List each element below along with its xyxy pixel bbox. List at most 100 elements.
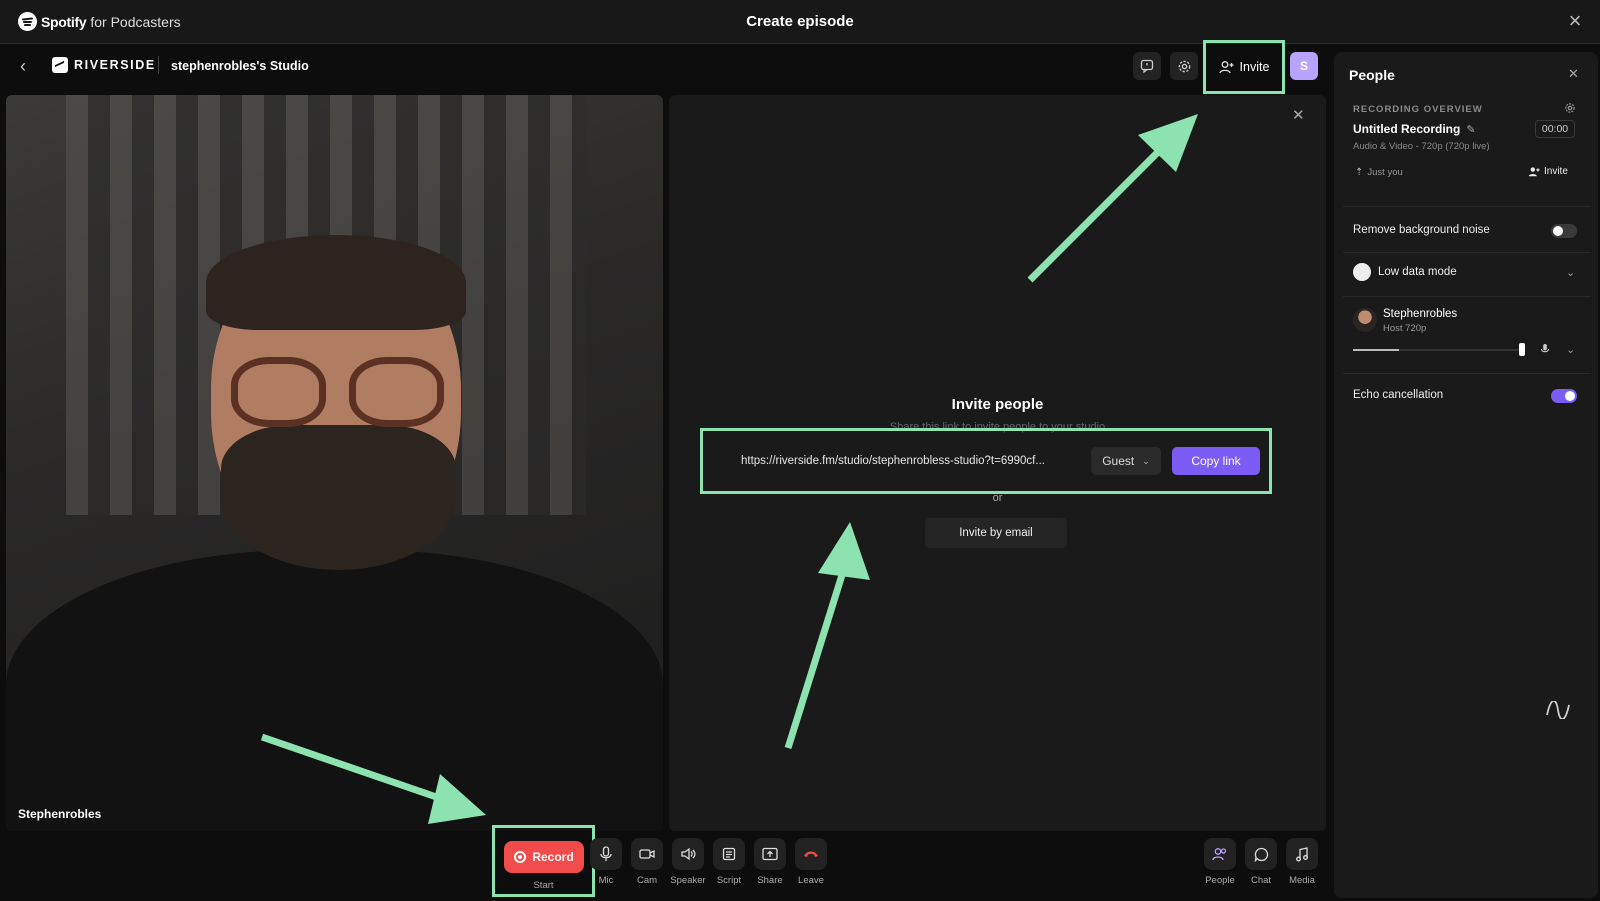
script-button[interactable]: Script [708,838,750,886]
divider [1343,373,1591,374]
invite-link-field[interactable]: https://riverside.fm/studio/stephenroble… [733,446,1078,476]
recording-title: Untitled Recording [1353,122,1461,136]
noise-label: Remove background noise [1353,224,1490,236]
people-button[interactable]: People [1199,838,1241,886]
cam-button[interactable]: Cam [626,838,668,886]
riverside-wordmark: RIVERSIDE [74,58,156,72]
divider [1343,296,1591,297]
record-button[interactable]: Record [504,841,584,873]
echo-label: Echo cancellation [1353,389,1444,401]
speaker-icon [681,847,696,861]
volume-level [1353,349,1399,351]
gear-icon [1565,103,1575,113]
mic-button[interactable]: Mic [585,838,627,886]
participants-summary: ⇡ Just you [1355,167,1403,178]
cam-label: Cam [636,875,658,886]
back-icon[interactable]: ‹ [20,56,36,77]
script-icon [722,847,736,861]
speaker-button[interactable]: Speaker [667,838,709,886]
recording-timer: 00:00 [1535,120,1575,138]
close-icon[interactable]: ✕ [1568,66,1579,82]
share-label: Share [757,875,783,886]
close-icon[interactable]: × [1564,10,1586,32]
header-divider [158,56,159,74]
echo-toggle[interactable] [1551,389,1577,403]
people-panel [1334,52,1598,898]
invite-highlight: Invite [1203,40,1285,94]
recording-overview-label: RECORDING OVERVIEW [1353,104,1483,115]
riverside-logo: RIVERSIDE [52,57,156,73]
invite-title: Invite people [951,396,1044,413]
cursor-icon: ⇡ [1355,167,1364,178]
people-label: People [1205,875,1235,886]
add-user-icon [1218,61,1234,74]
media-icon [1296,846,1308,861]
people-title: People [1349,67,1395,83]
host-avatar [1353,308,1377,332]
divider [1343,206,1591,207]
media-label: Media [1289,875,1315,886]
settings-button[interactable] [1170,52,1198,80]
feedback-button[interactable] [1133,52,1161,80]
feedback-icon [1140,59,1154,73]
invite-label: Invite [1239,60,1270,74]
gear-icon [1178,60,1190,72]
waveform-icon[interactable] [1545,701,1571,719]
people-icon [1212,848,1227,861]
speaker-label: Speaker [670,875,706,886]
recording-format: Audio & Video - 720p (720p live) [1353,141,1490,152]
avatar[interactable]: S [1290,52,1318,80]
mic-label: Mic [598,875,614,886]
chat-button[interactable]: Chat [1240,838,1282,886]
recording-title-row: Untitled Recording ✎ [1353,122,1476,136]
divider [1343,252,1591,253]
record-sub-label: Start [533,880,554,891]
close-icon[interactable]: ✕ [1292,106,1305,124]
person-beard [221,425,456,570]
panel-invite-label: Invite [1544,166,1568,177]
studio-name: stephenrobles's Studio [171,59,309,73]
noise-toggle[interactable] [1551,224,1577,238]
invite-by-email-button[interactable]: Invite by email [925,518,1067,548]
mic-icon [1540,344,1550,353]
panel-invite-button[interactable]: Invite [1528,166,1568,177]
spotify-top-bar: Spotify for Podcasters Create episode × [0,0,1600,44]
camera-icon [639,849,655,859]
share-button[interactable]: Share [749,838,791,886]
leave-icon [804,851,818,857]
volume-slider-handle[interactable] [1519,343,1525,356]
copy-link-button[interactable]: Copy link [1172,447,1260,475]
invite-button[interactable]: Invite [1218,60,1270,74]
host-meta: Host 720p [1383,323,1427,334]
chevron-down-icon: ⌄ [1142,455,1150,466]
participant-name: Stephenrobles [18,807,102,821]
host-name: Stephenrobles [1383,308,1458,320]
or-divider: or [992,492,1003,504]
participant-video [6,95,663,831]
share-icon [762,847,778,861]
recording-settings-button[interactable] [1564,101,1576,119]
record-icon [514,851,527,863]
chat-icon [1254,847,1268,862]
leave-button[interactable]: Leave [790,838,832,886]
role-value: Guest [1102,454,1135,468]
add-user-icon [1528,167,1540,177]
script-label: Script [716,875,742,886]
edit-icon[interactable]: ✎ [1466,123,1475,136]
person-glasses [231,357,446,429]
chat-label: Chat [1250,875,1272,886]
role-select[interactable]: Guest ⌄ [1091,447,1161,475]
riverside-logo-icon [52,57,68,73]
person-body [6,550,663,831]
media-button[interactable]: Media [1281,838,1323,886]
page-title: Create episode [746,13,854,30]
record-label: Record [532,850,574,864]
chevron-down-icon[interactable]: ⌄ [1566,343,1575,356]
mic-icon [600,846,612,861]
just-you-label: Just you [1367,167,1403,178]
chevron-down-icon[interactable]: ⌄ [1566,266,1575,279]
low-data-icon [1353,263,1371,281]
low-data-label: Low data mode [1378,266,1457,278]
leave-label: Leave [798,875,824,886]
host-mic-button[interactable] [1540,342,1550,360]
